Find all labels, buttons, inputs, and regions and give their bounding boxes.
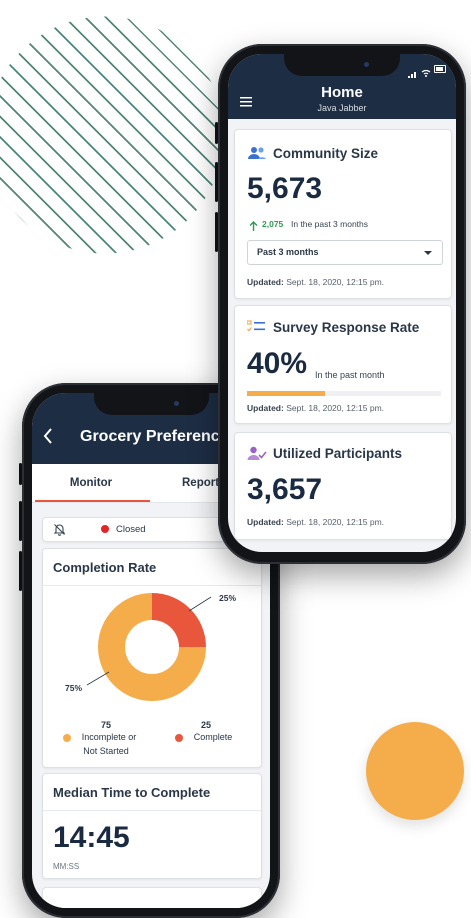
median-card: Median Time to Complete 14:45 MM:SS [42,773,262,879]
card-divider [43,810,261,811]
community-change-text: In the past 3 months [291,219,369,229]
person-check-icon [247,446,267,466]
donut-callout-line [86,671,110,686]
survey-response-card: Survey Response Rate 40% In the past mon… [234,305,452,424]
battery-icon [434,65,446,73]
completion-title: Completion Rate [53,560,157,575]
arrow-up-icon [249,218,258,236]
next-card [42,887,262,908]
card-divider [43,585,261,586]
community-value: 5,673 [247,172,323,205]
survey-list-icon [246,320,265,339]
donut-slice-complete [152,593,206,647]
phone-side-button [19,501,22,541]
updated-value: Sept. 18, 2020, 12:15 pm. [286,517,385,527]
home-screen: Home Java Jabber Community Size 5,673 2,… [228,54,456,552]
median-title: Median Time to Complete [53,785,211,800]
phone-side-button [215,212,218,252]
community-title: Community Size [273,146,379,161]
updated-label: Updated: [247,277,284,287]
community-updated: Updated: Sept. 18, 2020, 12:15 pm. [247,277,384,287]
legend-value: 75 [100,720,111,730]
phone-side-button [215,162,218,202]
notch [94,393,209,415]
decorative-hatch-pattern [0,0,230,280]
updated-value: Sept. 18, 2020, 12:15 pm. [286,277,385,287]
screen-title: Grocery Preferences [80,428,238,445]
page-subtitle: Java Jabber [317,103,367,113]
median-value: 14:45 [53,821,130,854]
camera [364,62,369,67]
period-select-value: Past 3 months [257,247,319,257]
donut-data-label: 75% [65,683,82,693]
community-change: 2,075 [262,219,284,229]
survey-sub: In the past month [315,370,385,380]
utilized-title: Utilized Participants [273,446,403,461]
people-icon [247,146,267,165]
caret-down-icon [424,251,432,255]
updated-label: Updated: [247,403,284,413]
legend-item-complete: 25 Complete [171,720,241,742]
back-icon[interactable] [42,426,54,446]
phone-side-button [19,551,22,591]
status-text: Closed [116,524,146,535]
tab-active-indicator [35,500,150,502]
median-unit: MM:SS [53,862,80,871]
completion-donut-chart: 25% 75% [65,593,236,701]
phone-home: Home Java Jabber Community Size 5,673 2,… [215,44,466,564]
tab-monitor[interactable]: Monitor [32,464,150,502]
legend-value: 25 [200,720,211,730]
survey-updated: Updated: Sept. 18, 2020, 12:15 pm. [247,403,384,413]
period-select[interactable]: Past 3 months [247,240,443,265]
survey-title: Survey Response Rate [273,320,420,335]
camera [174,401,179,406]
legend-label-line2: Not Started [83,746,129,756]
survey-progress-track [247,391,441,396]
home-header: Home Java Jabber [228,54,456,119]
completion-card: Completion Rate 25% 75% 75 Incomplete or … [42,548,262,768]
wifi-icon [421,64,431,82]
decorative-orange-circle [366,722,464,820]
survey-progress-fill [247,391,325,396]
donut-data-label: 25% [219,593,236,603]
updated-value: Sept. 18, 2020, 12:15 pm. [286,403,385,413]
community-size-card: Community Size 5,673 2,075 In the past 3… [234,129,452,299]
updated-label: Updated: [247,517,284,527]
phone-side-button [19,463,22,485]
legend-item-incomplete: 75 Incomplete or Not Started [63,720,141,756]
notch [284,54,400,76]
phone-side-button [215,122,218,144]
survey-value: 40% [247,347,308,380]
status-dot [101,525,109,533]
utilized-participants-card: Utilized Participants 3,657 Updated: Sep… [234,432,452,540]
legend-label: Complete [193,732,233,742]
utilized-value: 3,657 [247,473,323,506]
page-title: Home [321,84,363,101]
legend-swatch-red [175,734,183,742]
bell-off-icon[interactable] [53,523,66,536]
utilized-updated: Updated: Sept. 18, 2020, 12:15 pm. [247,517,384,527]
tab-monitor-label: Monitor [69,477,113,489]
legend-label: Incomplete or [81,732,137,742]
donut-callout-line [188,596,212,612]
tab-report-label: Report [182,477,220,489]
signal-icon [408,65,418,83]
legend-swatch-orange [63,734,71,742]
